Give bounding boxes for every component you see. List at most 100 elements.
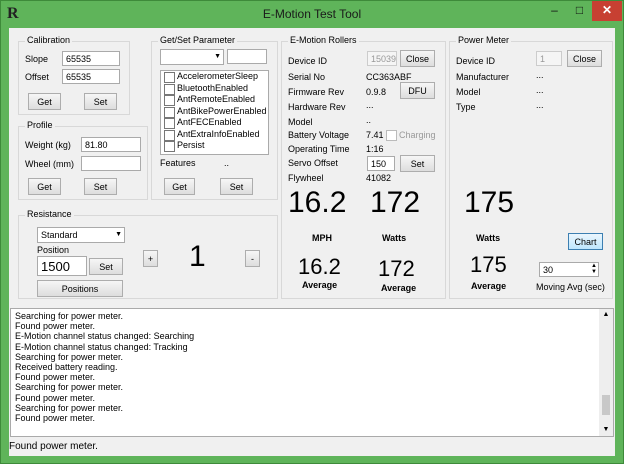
profile-set-button[interactable]: Set	[84, 178, 117, 195]
feature-label: AntBikePowerEnabled	[177, 105, 267, 116]
pm-device-id-label: Device ID	[456, 56, 496, 66]
dfu-button[interactable]: DFU	[400, 82, 435, 99]
close-window-button[interactable]: ✕	[592, 1, 622, 21]
feature-checkbox[interactable]	[164, 72, 175, 83]
feature-checkbox[interactable]	[164, 95, 175, 106]
feature-label: AntRemoteEnabled	[177, 94, 256, 104]
battery-label: Battery Voltage	[288, 130, 350, 140]
battery-value: 7.41	[366, 130, 384, 140]
slope-input[interactable]: 65535	[62, 51, 120, 66]
offset-label: Offset	[25, 72, 49, 82]
client-area: Calibration Slope 65535 Offset 65535 Get…	[9, 28, 615, 456]
feature-item[interactable]: AntRemoteEnabled	[161, 94, 268, 106]
feature-checkbox[interactable]	[164, 141, 175, 152]
log-line: Searching for power meter.	[15, 382, 124, 393]
feature-checkbox[interactable]	[164, 83, 175, 95]
pm-close-button[interactable]: Close	[567, 50, 602, 67]
speed-unit: MPH	[312, 233, 332, 243]
servo-label: Servo Offset	[288, 158, 338, 168]
avg-speed-label: Average	[302, 280, 338, 290]
parameter-get-button[interactable]: Get	[164, 178, 195, 195]
getset-title: Get/Set Parameter	[158, 35, 238, 45]
moving-avg-input[interactable]: 30 ▲ ▼	[539, 262, 599, 277]
feature-item[interactable]: AntExtraInfoEnabled	[161, 129, 268, 141]
log-line: Found power meter.	[15, 372, 96, 383]
feature-item[interactable]: AntFECEnabled	[161, 117, 268, 129]
resistance-mode-value: Standard	[41, 230, 78, 240]
spinner-arrows-icon[interactable]: ▲ ▼	[591, 263, 597, 275]
wheel-input[interactable]	[81, 156, 141, 171]
feature-checkbox[interactable]	[164, 106, 175, 118]
roller-device-id-input[interactable]: 15039	[367, 51, 397, 66]
charging-label: Charging	[399, 130, 436, 140]
resistance-mode-select[interactable]: Standard ▼	[37, 227, 125, 243]
rollers-title: E-Motion Rollers	[288, 35, 359, 45]
feature-item[interactable]: AccelerometerSleep	[161, 71, 268, 83]
features-label: Features	[160, 158, 196, 168]
flywheel-label: Flywheel	[288, 173, 324, 183]
avg-speed-value: 16.2	[298, 254, 341, 279]
pm-device-id-input[interactable]: 1	[536, 51, 562, 66]
profile-group: Profile Weight (kg) 81.80 Wheel (mm) Get…	[18, 120, 148, 200]
log-line: Searching for power meter.	[15, 311, 124, 321]
pm-model-value: ...	[536, 85, 544, 95]
manufacturer-label: Manufacturer	[456, 72, 510, 82]
feature-checkbox[interactable]	[164, 118, 175, 129]
increase-resistance-button[interactable]: +	[143, 250, 158, 267]
power-meter-group: Power Meter Device ID 1 Close Manufactur…	[449, 35, 613, 299]
pm-avg-watts-label: Average	[471, 281, 507, 291]
servo-offset-input[interactable]: 150	[367, 156, 395, 171]
resistance-group: Resistance Standard ▼ Position 1500 Set …	[18, 209, 278, 299]
log-line: Found power meter.	[15, 413, 96, 424]
weight-input[interactable]: 81.80	[81, 137, 141, 152]
log-line: Received battery reading.	[15, 362, 118, 373]
avg-watts-value: 172	[378, 256, 415, 281]
chevron-down-icon: ▼	[115, 231, 122, 238]
hardware-value: ...	[366, 100, 374, 110]
pm-type-value: ...	[536, 100, 544, 110]
chart-button[interactable]: Chart	[568, 233, 603, 250]
pm-type-label: Type	[456, 102, 476, 112]
minimize-button[interactable]: –	[542, 1, 567, 21]
scroll-up-icon[interactable]: ▲	[599, 309, 613, 321]
parameter-select[interactable]: ▼	[160, 49, 224, 65]
position-label: Position	[37, 245, 70, 255]
charging-checkbox[interactable]	[386, 130, 397, 141]
log-scrollbar[interactable]: ▲ ▼	[599, 309, 613, 436]
parameter-set-button[interactable]: Set	[220, 178, 253, 195]
positions-button[interactable]: Positions	[37, 280, 123, 297]
scroll-down-icon[interactable]: ▼	[599, 424, 613, 436]
wheel-label: Wheel (mm)	[25, 159, 74, 169]
firmware-label: Firmware Rev	[288, 87, 345, 97]
parameter-value-input[interactable]	[227, 49, 267, 64]
resistance-level: 1	[189, 240, 206, 273]
profile-get-button[interactable]: Get	[28, 178, 61, 195]
model-label: Model	[288, 117, 313, 127]
roller-close-button[interactable]: Close	[400, 50, 435, 67]
roller-device-id-label: Device ID	[288, 56, 328, 66]
emotion-rollers-group: E-Motion Rollers Device ID 15039 Close S…	[281, 35, 446, 299]
decrease-resistance-button[interactable]: -	[245, 250, 260, 267]
feature-item[interactable]: Persist	[161, 140, 268, 152]
position-set-button[interactable]: Set	[89, 258, 123, 275]
feature-checkbox[interactable]	[164, 129, 175, 141]
offset-input[interactable]: 65535	[62, 69, 120, 84]
feature-item[interactable]: BluetoothEnabled	[161, 83, 268, 95]
position-input[interactable]: 1500	[37, 256, 87, 276]
app-window: R E-Motion Test Tool – □ ✕ Calibration S…	[0, 0, 624, 464]
pm-avg-watts-value: 175	[470, 252, 507, 277]
calibration-set-button[interactable]: Set	[84, 93, 117, 110]
optime-value: 1:16	[366, 144, 384, 154]
status-bar: Found power meter.	[9, 441, 98, 452]
maximize-button[interactable]: □	[567, 1, 592, 21]
serial-label: Serial No	[288, 72, 326, 82]
calibration-get-button[interactable]: Get	[28, 93, 61, 110]
weight-label: Weight (kg)	[25, 140, 71, 150]
log-textbox[interactable]: Searching for power meter. Found power me…	[10, 308, 614, 437]
feature-label: AccelerometerSleep	[177, 71, 259, 81]
servo-set-button[interactable]: Set	[400, 155, 435, 172]
log-line: Found power meter.	[15, 392, 96, 403]
scroll-thumb[interactable]	[602, 395, 610, 415]
hardware-label: Hardware Rev	[288, 102, 346, 112]
feature-item[interactable]: AntBikePowerEnabled	[161, 106, 268, 118]
